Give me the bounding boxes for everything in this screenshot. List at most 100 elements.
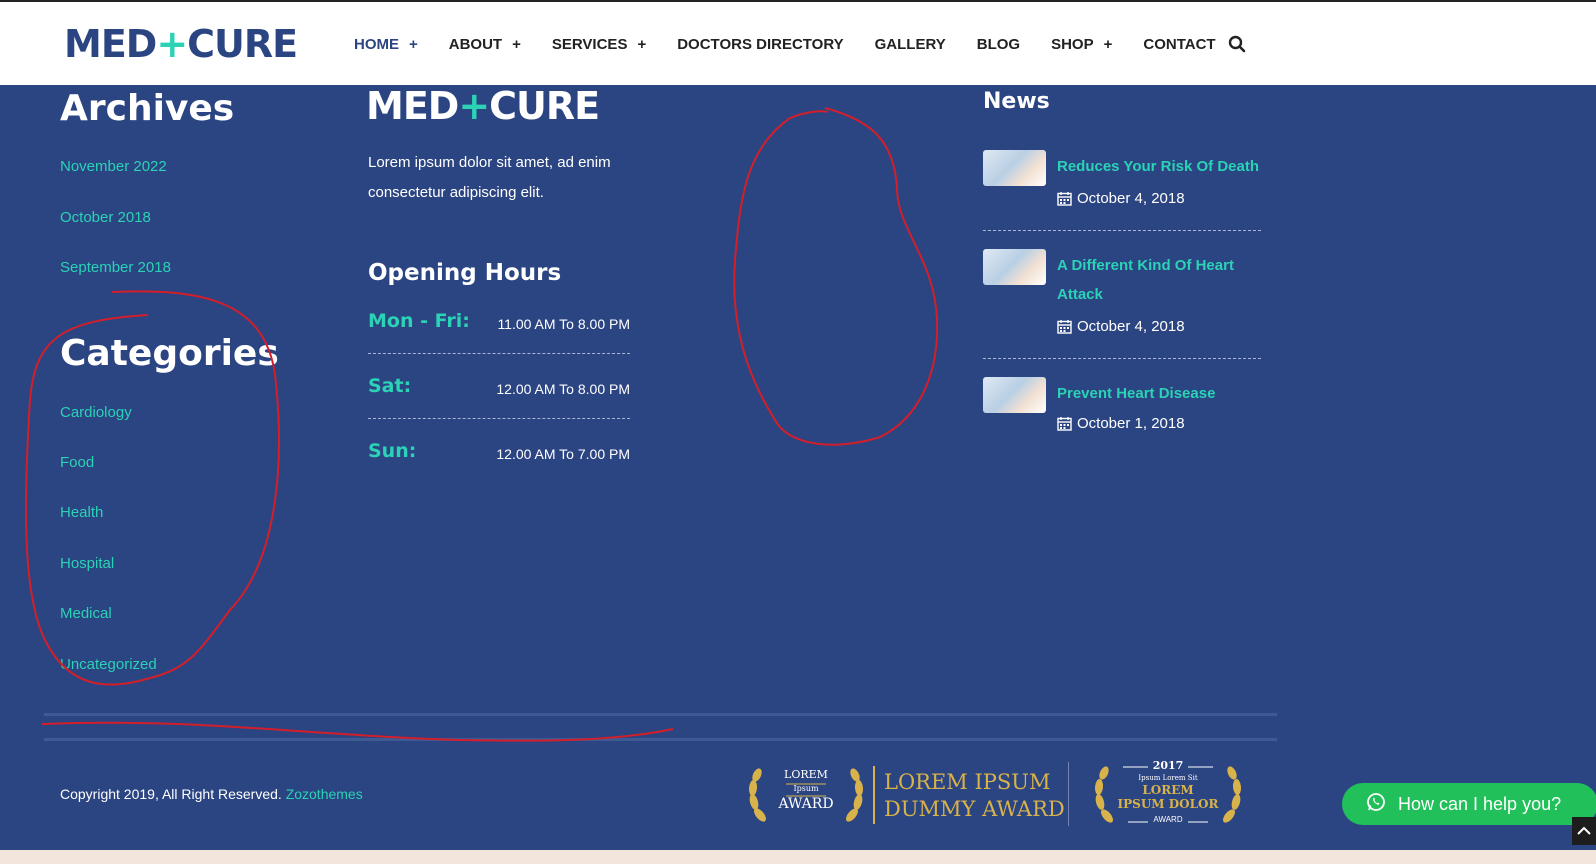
divider (983, 358, 1261, 359)
whatsapp-chat-button[interactable]: How can I help you? (1342, 783, 1596, 825)
nav-label: HOME (354, 36, 399, 53)
category-link[interactable]: Medical (60, 605, 112, 622)
about-text: Lorem ipsum dolor sit amet, ad enim cons… (368, 154, 611, 201)
nav-contact[interactable]: CONTACT (1143, 36, 1215, 53)
hours-day: Sun: (368, 440, 417, 462)
plus-icon: + (409, 36, 418, 53)
footer-divider (44, 713, 1277, 716)
site-logo[interactable]: MED+CURE (64, 22, 298, 66)
archive-link[interactable]: November 2022 (60, 158, 167, 175)
calendar-icon (1057, 320, 1072, 334)
calendar-icon (1057, 417, 1072, 431)
nav-label: CONTACT (1143, 36, 1216, 53)
plus-icon: + (1103, 36, 1113, 53)
news-item: Reduces Your Risk Of Death October 4, 20… (983, 150, 1273, 225)
nav-label: ABOUT (448, 36, 503, 53)
logo-text-left: MED (64, 22, 157, 66)
news-item: A Different Kind Of Heart Attack October… (983, 249, 1273, 349)
news-date: October 4, 2018 (1057, 318, 1185, 335)
news-thumbnail[interactable] (983, 249, 1046, 285)
nav-doctors-directory[interactable]: DOCTORS DIRECTORY (677, 36, 843, 53)
logo-text-right: CURE (489, 84, 600, 128)
nav-label: SERVICES (551, 36, 628, 53)
divider (368, 353, 630, 354)
copyright-text: Copyright 2019, All Right Reserved. (60, 786, 282, 802)
hours-title: Opening Hours (368, 260, 562, 286)
award-divider (873, 766, 875, 824)
award-text: LOREM IPSUM (884, 770, 1051, 794)
company-link[interactable]: Zozothemes (286, 786, 363, 802)
logo-text-right: CURE (187, 22, 298, 66)
news-link[interactable]: Reduces Your Risk Of Death (1057, 152, 1269, 181)
award-text: DUMMY AWARD (884, 797, 1065, 821)
hours-row: Sat: 12.00 AM To 8.00 PM (368, 375, 630, 405)
footer-divider (44, 738, 1277, 741)
logo-text-left: MED (366, 84, 459, 128)
news-date-text: October 1, 2018 (1077, 415, 1185, 432)
nav-blog[interactable]: BLOG (977, 36, 1020, 53)
page-bottom-strip (0, 850, 1596, 864)
nav-about[interactable]: ABOUT + (449, 36, 521, 53)
nav-services[interactable]: SERVICES + (552, 36, 646, 53)
hours-row: Mon - Fri: 11.00 AM To 8.00 PM (368, 310, 630, 340)
award-line: LOREM (1142, 783, 1194, 797)
award-line: AWARD (1153, 815, 1183, 824)
award-badge-2: 2017 Ipsum Lorem Sit LOREM IPSUM DOLOR A… (1093, 758, 1243, 830)
award-line: IPSUM DOLOR (1117, 797, 1219, 811)
award-top: LOREM (784, 768, 828, 781)
whatsapp-label: How can I help you? (1398, 793, 1562, 814)
categories-title: Categories (60, 333, 279, 374)
news-thumbnail[interactable] (983, 150, 1046, 186)
category-link[interactable]: Uncategorized (60, 656, 157, 673)
annotation-circle-empty (733, 107, 939, 446)
news-title: News (983, 89, 1050, 114)
news-link[interactable]: Prevent Heart Disease (1057, 379, 1269, 408)
archive-link[interactable]: October 2018 (60, 209, 151, 226)
nav-label: GALLERY (874, 36, 946, 53)
plus-icon: + (512, 36, 521, 53)
hours-time: 12.00 AM To 8.00 PM (496, 381, 630, 397)
nav-home[interactable]: HOME + (354, 36, 418, 53)
nav-label: DOCTORS DIRECTORY (677, 36, 844, 53)
chevron-up-icon (1577, 826, 1591, 835)
nav-label: SHOP (1051, 36, 1094, 53)
whatsapp-icon (1366, 792, 1386, 817)
hours-day: Mon - Fri: (368, 310, 470, 332)
award-sub: Ipsum Lorem Sit (1138, 774, 1198, 782)
main-nav: HOME + ABOUT + SERVICES + DOCTORS DIRECTORY… (354, 36, 1247, 53)
category-link[interactable]: Cardiology (60, 404, 132, 421)
news-date-text: October 4, 2018 (1077, 190, 1185, 207)
award-bottom: AWARD (778, 796, 834, 812)
category-link[interactable]: Health (60, 504, 103, 521)
search-icon[interactable] (1228, 35, 1248, 55)
copyright: Copyright 2019, All Right Reserved. Zozo… (60, 786, 363, 802)
logo-plus: + (156, 22, 188, 66)
category-link[interactable]: Food (60, 454, 94, 471)
hours-day: Sat: (368, 375, 412, 397)
archives-title: Archives (60, 88, 235, 129)
news-item: Prevent Heart Disease October 1, 2018 (983, 377, 1273, 437)
nav-gallery[interactable]: GALLERY (875, 36, 946, 53)
category-link[interactable]: Hospital (60, 555, 114, 572)
divider (983, 230, 1261, 231)
hours-time: 11.00 AM To 8.00 PM (497, 316, 630, 332)
calendar-icon (1057, 192, 1072, 206)
news-date: October 4, 2018 (1057, 190, 1185, 207)
scroll-top-button[interactable] (1572, 817, 1596, 845)
nav-label: BLOG (976, 36, 1021, 53)
hours-row: Sun: 12.00 AM To 7.00 PM (368, 440, 630, 470)
award-divider (1068, 762, 1069, 826)
award-year: 2017 (1152, 759, 1184, 772)
award-mid: Ipsum (793, 784, 819, 793)
news-link[interactable]: A Different Kind Of Heart Attack (1057, 251, 1269, 309)
divider (368, 418, 630, 419)
archive-link[interactable]: September 2018 (60, 259, 171, 276)
site-header: MED+CURE HOME + ABOUT + SERVICES + DOCTORS … (0, 0, 1596, 85)
hours-time: 12.00 AM To 7.00 PM (496, 446, 630, 462)
award-badge-1: LOREM Ipsum AWARD (746, 760, 866, 830)
nav-shop[interactable]: SHOP + (1051, 36, 1112, 53)
news-thumbnail[interactable] (983, 377, 1046, 413)
footer-logo[interactable]: MED+CURE (366, 84, 600, 128)
plus-icon: + (637, 36, 647, 53)
logo-plus: + (458, 84, 490, 128)
